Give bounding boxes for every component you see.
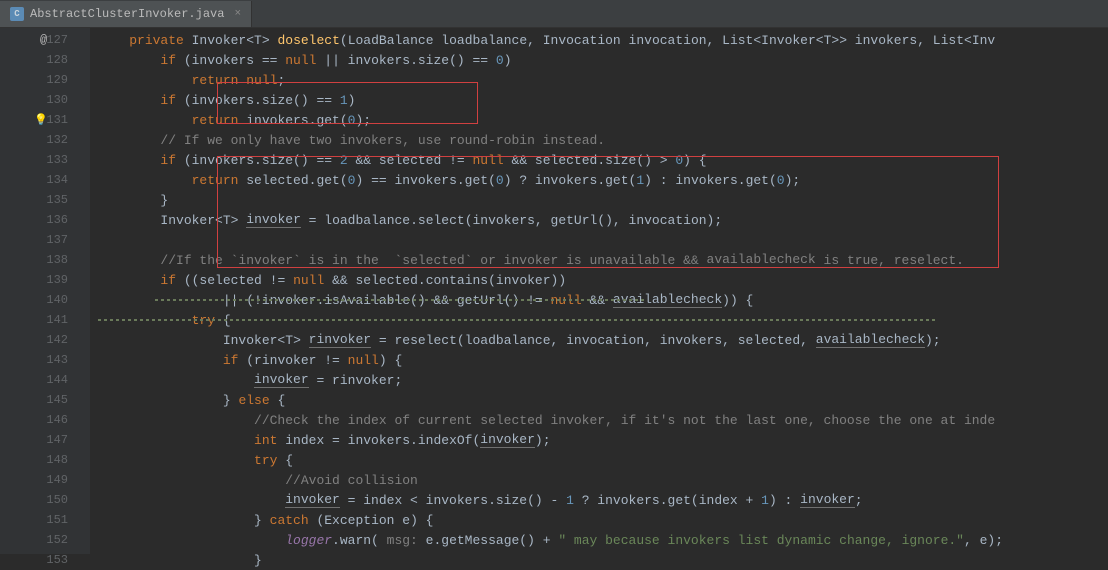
line-number: 132 xyxy=(0,130,90,150)
code-line[interactable]: return invokers.get(0); xyxy=(90,110,1108,130)
line-number: 152 xyxy=(0,530,90,550)
tab-bar: C AbstractClusterInvoker.java × xyxy=(0,0,1108,28)
code-line[interactable]: private Invoker<T> doselect(LoadBalance … xyxy=(90,30,1108,50)
line-number: 139 xyxy=(0,270,90,290)
line-number: 136 xyxy=(0,210,90,230)
line-number: 151 xyxy=(0,510,90,530)
code-line[interactable]: //Avoid collision xyxy=(90,470,1108,490)
code-area[interactable]: private Invoker<T> doselect(LoadBalance … xyxy=(90,28,1108,554)
line-number: 130 xyxy=(0,90,90,110)
code-line[interactable] xyxy=(90,230,1108,250)
tab-active[interactable]: C AbstractClusterInvoker.java × xyxy=(0,1,252,27)
line-number: 150 xyxy=(0,490,90,510)
line-number: 127@ xyxy=(0,30,90,50)
line-number: 128 xyxy=(0,50,90,70)
line-number: 141 xyxy=(0,310,90,330)
code-line[interactable]: } xyxy=(90,190,1108,210)
code-line[interactable]: } catch (Exception e) { xyxy=(90,510,1108,530)
line-number: 138 xyxy=(0,250,90,270)
code-line[interactable]: if (invokers.size() == 1) xyxy=(90,90,1108,110)
wavy-underline xyxy=(155,299,645,301)
line-number: 134 xyxy=(0,170,90,190)
code-line[interactable]: logger.warn( msg: e.getMessage() + " may… xyxy=(90,530,1108,550)
code-line[interactable]: invoker = rinvoker; xyxy=(90,370,1108,390)
line-number: 153 xyxy=(0,550,90,570)
line-number: 143 xyxy=(0,350,90,370)
code-line[interactable]: if (rinvoker != null) { xyxy=(90,350,1108,370)
code-line[interactable]: if ((selected != null && selected.contai… xyxy=(90,270,1108,290)
line-number: 129 xyxy=(0,70,90,90)
code-line[interactable]: if (invokers == null || invokers.size() … xyxy=(90,50,1108,70)
override-marker[interactable]: @ xyxy=(40,33,47,47)
tab-filename: AbstractClusterInvoker.java xyxy=(30,7,224,21)
code-line[interactable]: if (invokers.size() == 2 && selected != … xyxy=(90,150,1108,170)
close-icon[interactable]: × xyxy=(234,8,241,20)
line-number: 142 xyxy=(0,330,90,350)
code-line[interactable]: } xyxy=(90,550,1108,570)
intention-bulb-icon[interactable]: 💡 xyxy=(34,113,48,127)
code-line[interactable]: Invoker<T> rinvoker = reselect(loadbalan… xyxy=(90,330,1108,350)
line-number: 137 xyxy=(0,230,90,250)
code-line[interactable]: Invoker<T> invoker = loadbalance.select(… xyxy=(90,210,1108,230)
line-number: 135 xyxy=(0,190,90,210)
code-line[interactable]: // If we only have two invokers, use rou… xyxy=(90,130,1108,150)
code-line[interactable]: return selected.get(0) == invokers.get(0… xyxy=(90,170,1108,190)
line-number: 144 xyxy=(0,370,90,390)
editor[interactable]: 127@128129130131💡13213313413513613713813… xyxy=(0,28,1108,554)
code-line[interactable]: //If the `invoker` is in the `selected` … xyxy=(90,250,1108,270)
line-number: 140 xyxy=(0,290,90,310)
code-line[interactable]: int index = invokers.indexOf(invoker); xyxy=(90,430,1108,450)
code-line[interactable]: } else { xyxy=(90,390,1108,410)
line-number: 146 xyxy=(0,410,90,430)
code-line[interactable]: invoker = index < invokers.size() - 1 ? … xyxy=(90,490,1108,510)
gutter: 127@128129130131💡13213313413513613713813… xyxy=(0,28,90,554)
code-line[interactable]: //Check the index of current selected in… xyxy=(90,410,1108,430)
code-line[interactable]: try { xyxy=(90,450,1108,470)
line-number: 149 xyxy=(0,470,90,490)
line-number: 147 xyxy=(0,430,90,450)
line-number: 131💡 xyxy=(0,110,90,130)
code-line[interactable]: return null; xyxy=(90,70,1108,90)
java-class-icon: C xyxy=(10,7,24,21)
wavy-underline xyxy=(98,319,938,321)
line-number: 145 xyxy=(0,390,90,410)
line-number: 148 xyxy=(0,450,90,470)
line-number: 133 xyxy=(0,150,90,170)
